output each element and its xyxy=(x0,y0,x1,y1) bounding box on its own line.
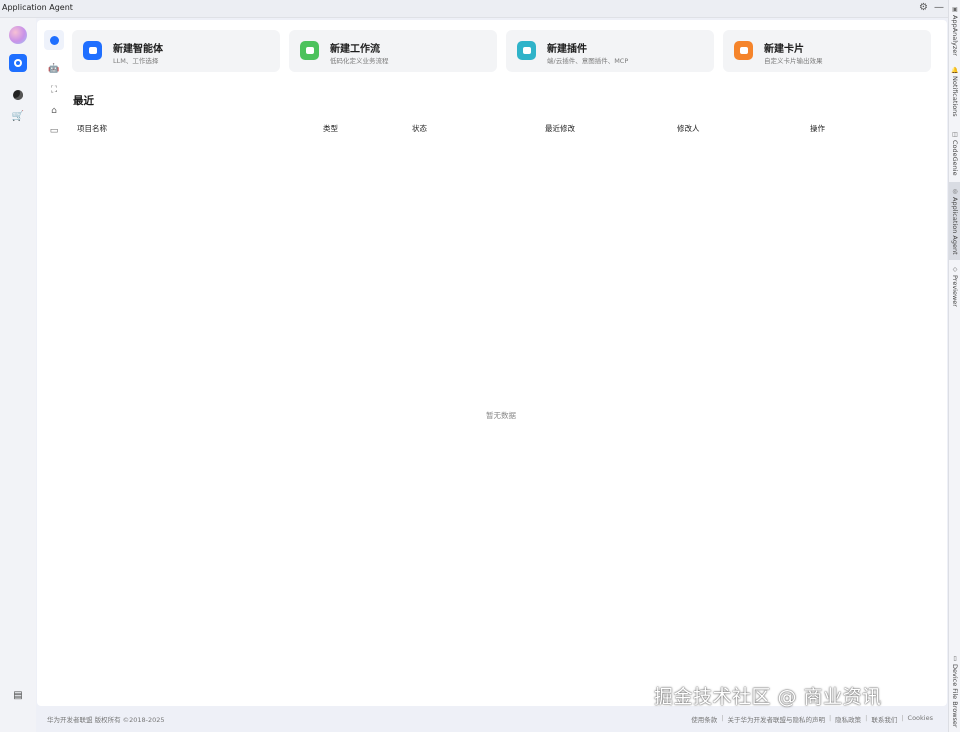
column-header-modified: 最近修改 xyxy=(545,124,575,133)
copyright-text: 华为开发者联盟 版权所有 ©2018-2025 xyxy=(47,716,165,724)
home-icon xyxy=(517,41,536,60)
column-header-actions: 操作 xyxy=(810,124,825,133)
privacy-policy-link[interactable]: 隐私政策 xyxy=(835,714,861,724)
new-card-card[interactable]: 新建卡片 自定义卡片输出效果 xyxy=(723,30,931,72)
column-header-modifier: 修改人 xyxy=(677,124,700,133)
theme-icon[interactable] xyxy=(9,86,27,104)
tab-application-agent[interactable]: ◎ Application Agent xyxy=(949,182,960,260)
title-bar: Application Agent ⚙ — xyxy=(0,0,948,18)
device-icon: ▯ xyxy=(953,654,957,662)
column-header-type: 类型 xyxy=(323,124,338,133)
previewer-icon: ◇ xyxy=(952,265,958,273)
agent-home-button[interactable] xyxy=(9,54,27,72)
contact-link[interactable]: 联系我们 xyxy=(871,714,897,724)
divider: | xyxy=(865,714,868,722)
document-icon[interactable]: ▤ xyxy=(9,686,27,704)
tab-codegenie[interactable]: ◫ CodeGenie xyxy=(949,128,960,178)
analyzer-icon: ▣ xyxy=(952,6,958,13)
window-title: Application Agent xyxy=(2,3,73,12)
workflow-icon[interactable]: ⛶ xyxy=(44,80,64,100)
divider: | xyxy=(828,714,832,722)
footer-links: 使用条款 | 关于华为开发者联盟与隐私的声明 | 隐私政策 | 联系我们 | Cooki… xyxy=(691,714,933,724)
watermark: 掘金技术社区 @ 商业资讯 xyxy=(654,686,882,708)
cookies-link[interactable]: Cookies xyxy=(908,714,933,724)
cart-icon[interactable]: 🛒 xyxy=(9,107,27,125)
tab-appanalyzer[interactable]: ▣ AppAnalyzer xyxy=(949,2,960,60)
gear-icon[interactable]: ⚙ xyxy=(919,2,928,14)
empty-state-text: 暂无数据 xyxy=(486,411,516,420)
bell-icon: 🔔 xyxy=(951,67,959,75)
new-workflow-card[interactable]: 新建工作流 低码化定义业务流程 xyxy=(289,30,497,72)
card-icon[interactable]: ▭ xyxy=(44,121,64,141)
codegenie-icon: ◫ xyxy=(952,130,958,138)
terms-link[interactable]: 使用条款 xyxy=(691,714,717,724)
card-icon xyxy=(734,41,753,60)
robot-icon[interactable]: 🤖 xyxy=(44,59,64,79)
workflow-icon xyxy=(300,41,319,60)
left-rail: 🛒 ▤ xyxy=(0,18,36,732)
new-agent-card[interactable]: 新建智能体 LLM、工作选择 xyxy=(72,30,280,72)
new-plugin-card[interactable]: 新建插件 端/云插件、意图插件、MCP xyxy=(506,30,714,72)
column-header-status: 状态 xyxy=(412,124,427,133)
home-icon[interactable] xyxy=(44,30,64,50)
column-header-name: 项目名称 xyxy=(77,124,107,133)
recent-title: 最近 xyxy=(73,95,94,107)
tab-notifications[interactable]: 🔔 Notifications xyxy=(949,64,960,120)
privacy-statement-link[interactable]: 关于华为开发者联盟与隐私的声明 xyxy=(727,714,825,724)
right-tool-strip: ▣ AppAnalyzer 🔔 Notifications ◫ CodeGenie ◎… xyxy=(948,0,960,732)
tab-device-file-browser[interactable]: ▯ Device File Browser xyxy=(949,654,960,728)
agent-icon: ◎ xyxy=(952,187,958,195)
tab-previewer[interactable]: ◇ Previewer xyxy=(949,264,960,308)
divider: | xyxy=(721,714,724,722)
app-logo-icon[interactable] xyxy=(9,26,27,44)
minimize-icon[interactable]: — xyxy=(934,2,944,14)
robot-icon xyxy=(83,41,102,60)
divider: | xyxy=(901,714,904,722)
plugin-icon[interactable]: ⌂ xyxy=(44,101,64,121)
